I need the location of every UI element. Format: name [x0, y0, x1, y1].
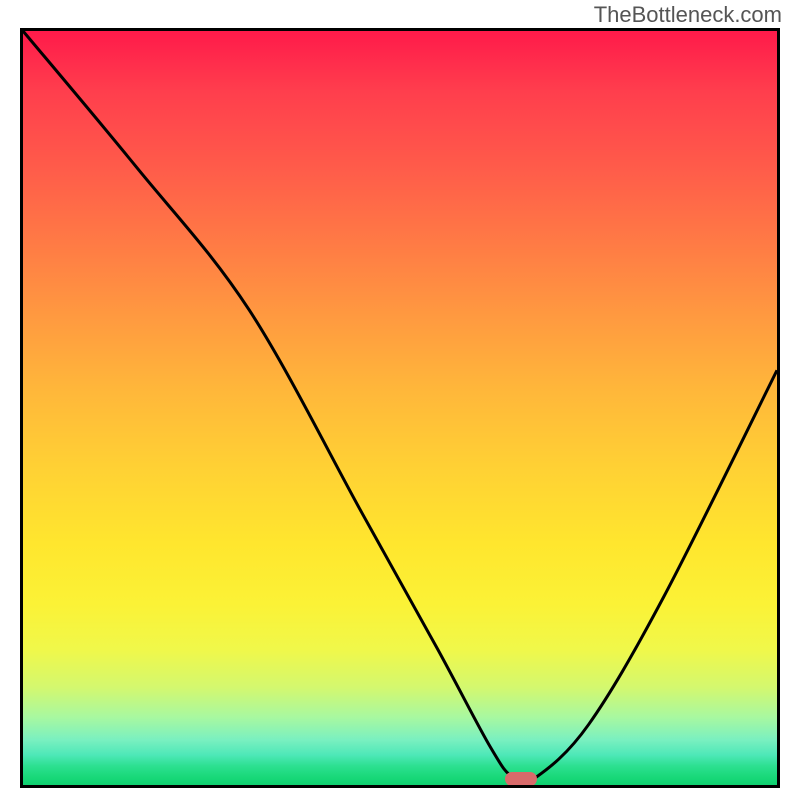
- bottleneck-curve: [23, 31, 777, 783]
- watermark-text: TheBottleneck.com: [594, 2, 782, 28]
- plot-area: [20, 28, 780, 788]
- optimal-marker: [505, 772, 537, 786]
- curve-svg: [23, 31, 777, 785]
- chart-container: TheBottleneck.com: [0, 0, 800, 800]
